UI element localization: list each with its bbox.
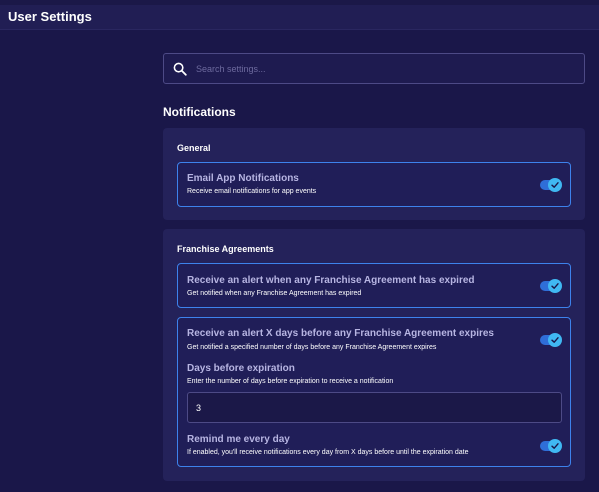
setting-description: Receive email notifications for app even…	[187, 188, 317, 195]
search-input[interactable]	[196, 59, 576, 79]
group-general: General Email App Notifications Receive …	[163, 128, 585, 220]
setting-email-app-notifications: Email App Notifications Receive email no…	[177, 162, 571, 207]
setting-title: Receive an alert X days before any Franc…	[187, 328, 494, 339]
toggle-knob	[548, 178, 562, 192]
days-before-expiration-description: Enter the number of days before expirati…	[187, 378, 394, 385]
days-before-expiration-input[interactable]	[187, 392, 562, 423]
setting-description: Get notified when any Franchise Agreemen…	[187, 290, 362, 297]
email-notifications-toggle[interactable]	[540, 178, 562, 192]
days-before-expiration-label: Days before expiration	[187, 363, 295, 374]
search-box[interactable]	[163, 53, 585, 84]
remind-every-day-description: If enabled, you'll receive notifications…	[187, 449, 469, 456]
check-icon	[551, 337, 559, 343]
setting-title: Email App Notifications	[187, 173, 299, 184]
remind-every-day-label: Remind me every day	[187, 434, 290, 445]
setting-description: Get notified a specified number of days …	[187, 344, 437, 351]
setting-days-before-expiry-alert: Receive an alert X days before any Franc…	[177, 317, 571, 467]
toggle-knob	[548, 333, 562, 347]
remind-every-day-toggle[interactable]	[540, 439, 562, 453]
top-bar: User Settings	[0, 0, 599, 30]
group-title-franchise-agreements: Franchise Agreements	[177, 244, 274, 254]
setting-agreement-expired-alert: Receive an alert when any Franchise Agre…	[177, 263, 571, 308]
search-icon	[173, 62, 187, 76]
setting-title: Receive an alert when any Franchise Agre…	[187, 275, 475, 286]
section-title-notifications: Notifications	[163, 105, 236, 119]
top-bar-stripe	[0, 0, 599, 5]
expired-alert-toggle[interactable]	[540, 279, 562, 293]
check-icon	[551, 182, 559, 188]
group-franchise-agreements: Franchise Agreements Receive an alert wh…	[163, 229, 585, 481]
toggle-knob	[548, 439, 562, 453]
group-title-general: General	[177, 143, 211, 153]
check-icon	[551, 283, 559, 289]
days-before-alert-toggle[interactable]	[540, 333, 562, 347]
toggle-knob	[548, 279, 562, 293]
page-title: User Settings	[8, 9, 92, 24]
check-icon	[551, 443, 559, 449]
